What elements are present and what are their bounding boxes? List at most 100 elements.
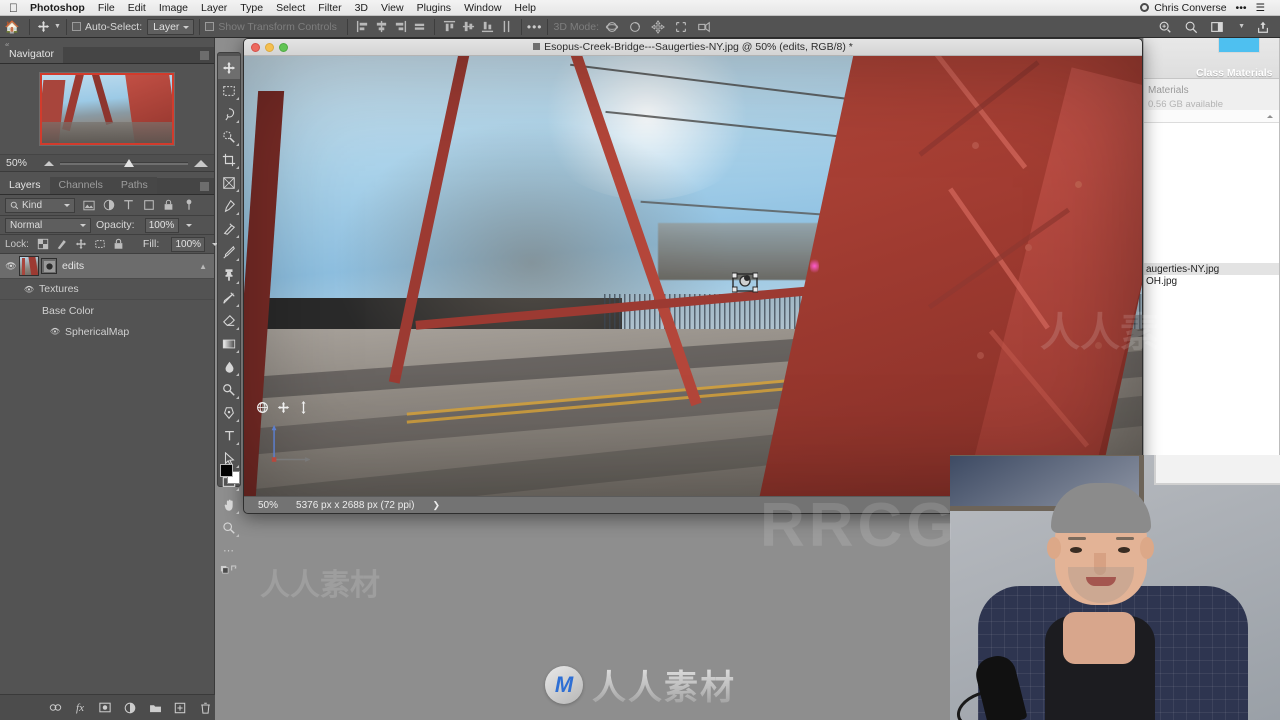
menu-item-layer[interactable]: Layer bbox=[201, 2, 227, 14]
table-row[interactable]: 👁 edits ▲ bbox=[0, 254, 214, 279]
align-bottom-icon[interactable] bbox=[481, 20, 494, 33]
tab-paths[interactable]: Paths bbox=[111, 177, 157, 194]
menu-item-window[interactable]: Window bbox=[464, 2, 501, 14]
type-filter-icon[interactable] bbox=[122, 199, 135, 212]
dodge-tool-icon[interactable] bbox=[218, 378, 240, 401]
add-mask-icon[interactable] bbox=[99, 701, 112, 714]
workspace-icon[interactable] bbox=[1209, 19, 1225, 35]
menu-item-type[interactable]: Type bbox=[240, 2, 263, 14]
menu-item-file[interactable]: File bbox=[98, 2, 115, 14]
lock-image-icon[interactable] bbox=[56, 238, 68, 251]
slide-3d-icon[interactable] bbox=[673, 19, 689, 35]
menu-item-3d[interactable]: 3D bbox=[355, 2, 368, 14]
move-tool-icon[interactable] bbox=[35, 19, 51, 35]
rotate-3d-icon[interactable] bbox=[256, 401, 269, 417]
delete-layer-icon[interactable] bbox=[199, 701, 212, 714]
menu-item-filter[interactable]: Filter bbox=[318, 2, 341, 14]
layer-name[interactable]: edits bbox=[62, 260, 84, 272]
opacity-value[interactable]: 100% bbox=[144, 217, 179, 233]
adjustment-filter-icon[interactable] bbox=[102, 199, 115, 212]
menu-item-image[interactable]: Image bbox=[159, 2, 188, 14]
minimize-window-button[interactable] bbox=[265, 42, 274, 52]
fill-value[interactable]: 100% bbox=[171, 236, 206, 252]
table-row[interactable]: 👁 Textures bbox=[0, 279, 214, 300]
finder-window[interactable]: Materials 0.56 GB available augerties-NY… bbox=[1143, 33, 1280, 488]
new-layer-icon[interactable] bbox=[174, 701, 187, 714]
zoom-in-icon[interactable] bbox=[194, 159, 208, 167]
align-horizontal-center-icon[interactable] bbox=[375, 20, 388, 33]
opacity-chevron-down-icon[interactable] bbox=[184, 218, 194, 233]
zoom-3d-icon[interactable] bbox=[696, 19, 712, 35]
frame-tool-icon[interactable] bbox=[218, 171, 240, 194]
chevron-down-icon[interactable]: ▼ bbox=[54, 23, 61, 30]
blur-tool-icon[interactable] bbox=[218, 355, 240, 378]
hand-tool-icon[interactable] bbox=[218, 493, 240, 516]
select-subject-icon[interactable] bbox=[1157, 19, 1173, 35]
slider-knob[interactable] bbox=[124, 159, 134, 167]
distribute-icon[interactable] bbox=[500, 20, 513, 33]
layer-visibility-icon[interactable]: 👁 bbox=[3, 261, 19, 272]
zoom-tool-icon[interactable] bbox=[218, 516, 240, 539]
align-justify-icon[interactable] bbox=[413, 20, 426, 33]
auto-select-checkbox[interactable] bbox=[71, 22, 81, 31]
table-row[interactable]: Base Color bbox=[0, 300, 214, 321]
zoom-out-icon[interactable] bbox=[44, 160, 54, 166]
pixel-filter-icon[interactable] bbox=[82, 199, 95, 212]
tab-channels[interactable]: Channels bbox=[49, 177, 112, 194]
rectangular-marquee-tool-icon[interactable] bbox=[218, 79, 240, 102]
status-zoom-value[interactable]: 50% bbox=[244, 500, 288, 511]
document-canvas[interactable] bbox=[244, 56, 1142, 496]
align-vertical-center-icon[interactable] bbox=[462, 20, 475, 33]
table-row[interactable]: 👁 SphericalMap bbox=[0, 321, 214, 342]
panel-menu-icon[interactable] bbox=[200, 51, 209, 60]
menu-item-select[interactable]: Select bbox=[276, 2, 305, 14]
lock-transparent-icon[interactable] bbox=[37, 238, 49, 251]
move-tool-icon[interactable] bbox=[218, 56, 240, 79]
eraser-tool-icon[interactable] bbox=[218, 309, 240, 332]
clone-stamp-tool-icon[interactable] bbox=[218, 263, 240, 286]
status-dimensions[interactable]: 5376 px x 2688 px (72 ppi) bbox=[288, 500, 414, 511]
navigator-thumbnail[interactable] bbox=[39, 72, 175, 146]
tab-layers[interactable]: Layers bbox=[0, 177, 50, 194]
layer-mask-thumbnail[interactable] bbox=[41, 258, 57, 274]
lasso-tool-icon[interactable] bbox=[218, 102, 240, 125]
color-swatches[interactable] bbox=[220, 462, 240, 484]
layer-visibility-icon[interactable]: 👁 bbox=[22, 285, 36, 294]
history-brush-tool-icon[interactable] bbox=[218, 286, 240, 309]
blend-mode-dropdown[interactable]: Normal bbox=[5, 217, 91, 233]
foreground-color-swatch[interactable] bbox=[220, 464, 233, 477]
new-group-icon[interactable] bbox=[149, 701, 162, 714]
apple-icon[interactable]:  bbox=[9, 2, 18, 14]
finder-list-header[interactable] bbox=[1144, 110, 1279, 123]
pan-3d-icon[interactable] bbox=[650, 19, 666, 35]
lock-position-icon[interactable] bbox=[75, 238, 87, 251]
gradient-tool-icon[interactable] bbox=[218, 332, 240, 355]
status-expand-arrow[interactable]: ❯ bbox=[414, 500, 440, 511]
home-icon[interactable]: 🏠 bbox=[0, 20, 24, 34]
align-top-icon[interactable] bbox=[443, 20, 456, 33]
roll-3d-icon[interactable] bbox=[627, 19, 643, 35]
shape-filter-icon[interactable] bbox=[142, 199, 155, 212]
smart-object-filter-icon[interactable] bbox=[162, 199, 175, 212]
pan-3d-icon[interactable] bbox=[277, 401, 290, 417]
menu-user-name[interactable]: Chris Converse bbox=[1154, 2, 1226, 14]
menu-app-name[interactable]: Photoshop bbox=[30, 2, 85, 14]
toggle-filter-icon[interactable] bbox=[182, 199, 195, 212]
menu-item-view[interactable]: View bbox=[381, 2, 404, 14]
lock-all-icon[interactable] bbox=[113, 238, 124, 251]
link-layers-icon[interactable] bbox=[49, 701, 62, 714]
layer-thumbnail[interactable] bbox=[19, 256, 39, 276]
align-right-icon[interactable] bbox=[394, 20, 407, 33]
auto-select-dropdown[interactable]: Layer bbox=[147, 18, 195, 35]
healing-brush-tool-icon[interactable] bbox=[218, 217, 240, 240]
menu-item-edit[interactable]: Edit bbox=[128, 2, 146, 14]
menu-overflow-icon[interactable]: ••• bbox=[1236, 2, 1247, 14]
list-item[interactable]: OH.jpg bbox=[1144, 275, 1279, 287]
fx-icon[interactable]: fx bbox=[74, 701, 87, 714]
pen-tool-icon[interactable] bbox=[218, 401, 240, 424]
quick-selection-tool-icon[interactable] bbox=[218, 125, 240, 148]
crop-tool-icon[interactable] bbox=[218, 148, 240, 171]
align-left-icon[interactable] bbox=[356, 20, 369, 33]
scale-3d-icon[interactable] bbox=[298, 401, 309, 417]
eyedropper-tool-icon[interactable] bbox=[218, 194, 240, 217]
